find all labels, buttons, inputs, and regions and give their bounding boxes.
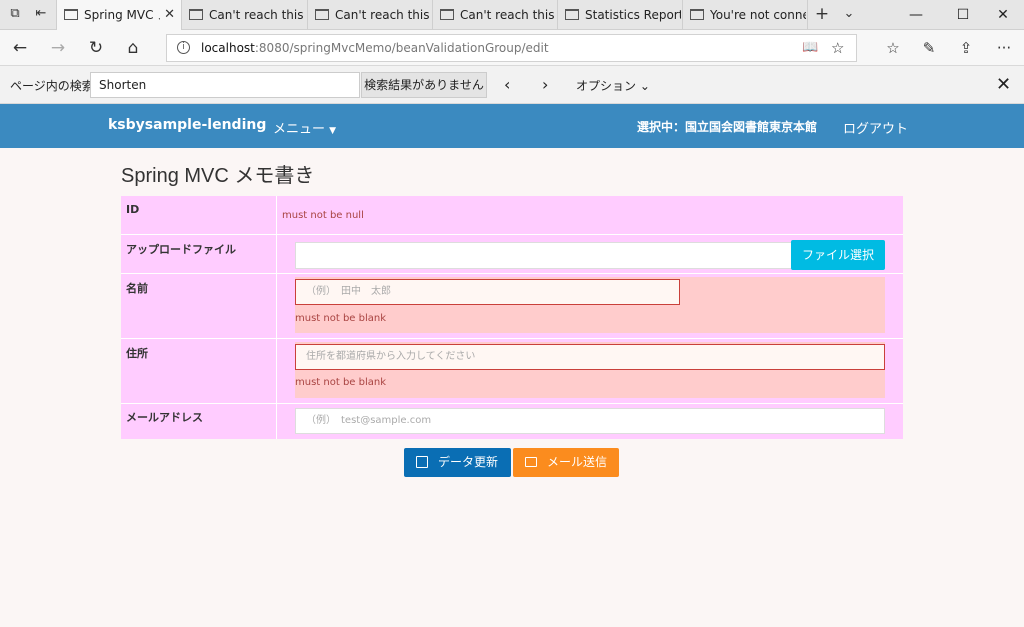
tab-statistics-report[interactable]: Statistics Report fo xyxy=(557,0,683,30)
find-close-icon[interactable]: ✕ xyxy=(996,74,1011,95)
page-title: Spring MVC メモ書き xyxy=(121,165,315,187)
close-window-icon[interactable]: ✕ xyxy=(980,0,1024,30)
find-previous-icon[interactable]: ‹ xyxy=(504,75,510,94)
favorite-star-icon[interactable]: ☆ xyxy=(831,35,844,61)
file-select-button[interactable]: ファイル選択 xyxy=(791,240,885,270)
site-info-icon[interactable]: i xyxy=(177,41,190,54)
back-icon[interactable]: ← xyxy=(8,37,32,59)
find-result: 検索結果がありません xyxy=(361,72,487,98)
find-input[interactable]: Shorten xyxy=(90,72,360,98)
id-error: must not be null xyxy=(282,210,364,221)
address-error: must not be blank xyxy=(295,377,387,388)
email-input[interactable]: （例） test@sample.com xyxy=(295,408,885,434)
tab-bar: ⧉ ⇤ Spring MVC メ ✕ Can't reach this pa C… xyxy=(0,0,1024,31)
email-label: メールアドレス xyxy=(126,411,203,424)
tab-list-chevron-icon[interactable]: ⌄ xyxy=(840,5,858,23)
find-label: ページ内の検索 xyxy=(10,79,94,93)
tab-cant-reach-2[interactable]: Can't reach this pa xyxy=(307,0,433,30)
close-tab-icon[interactable]: ✕ xyxy=(164,0,175,30)
set-tabs-aside-icon[interactable]: ⇤ xyxy=(32,5,50,23)
page-icon xyxy=(315,9,329,20)
row-divider xyxy=(121,403,903,404)
memo-form: ID must not be null アップロードファイル ファイル選択 名前… xyxy=(121,196,903,439)
share-icon[interactable]: ⇪ xyxy=(955,37,977,59)
address-toolbar: ← → ↻ ⌂ i localhost:8080/springMvcMemo/b… xyxy=(0,30,1024,66)
envelope-icon xyxy=(525,457,537,467)
minimize-icon[interactable]: — xyxy=(893,0,939,30)
refresh-icon[interactable]: ↻ xyxy=(84,37,108,59)
find-next-icon[interactable]: › xyxy=(542,75,548,94)
find-options-button[interactable]: オプション ⌄ xyxy=(576,77,650,94)
page-icon xyxy=(64,9,78,20)
pen-notes-icon[interactable]: ✎ xyxy=(918,37,940,59)
name-label: 名前 xyxy=(126,282,148,295)
address-input[interactable]: 住所を都道府県から入力してください xyxy=(295,344,885,370)
tab-spring-mvc[interactable]: Spring MVC メ ✕ xyxy=(56,0,181,31)
tab-not-connected[interactable]: You're not connec xyxy=(682,0,808,30)
page-icon xyxy=(440,9,454,20)
update-data-button[interactable]: データ更新 xyxy=(404,448,511,477)
url-host: localhost xyxy=(201,41,255,55)
address-field[interactable]: i localhost:8080/springMvcMemo/beanValid… xyxy=(166,34,857,62)
logout-link[interactable]: ログアウト xyxy=(843,118,908,137)
upload-file-input[interactable] xyxy=(295,242,793,269)
favorites-hub-icon[interactable]: ☆ xyxy=(882,37,904,59)
url-path: :8080/springMvcMemo/beanValidationGroup/… xyxy=(254,41,549,55)
send-mail-button[interactable]: メール送信 xyxy=(513,448,619,477)
app-navbar: ksbysample-lending メニュー ▼ 選択中：国立国会図書館東京本… xyxy=(0,104,1024,148)
edit-icon xyxy=(416,456,428,468)
find-bar: ページ内の検索 Shorten 検索結果がありません ‹ › オプション ⌄ ✕ xyxy=(0,66,1024,104)
forward-icon[interactable]: → xyxy=(46,37,70,59)
upload-label: アップロードファイル xyxy=(126,243,236,256)
more-icon[interactable]: ··· xyxy=(993,37,1015,59)
address-label: 住所 xyxy=(126,347,148,360)
tab-cant-reach-1[interactable]: Can't reach this pa xyxy=(181,0,307,30)
menu-dropdown[interactable]: メニュー ▼ xyxy=(273,118,336,137)
name-input[interactable]: （例） 田中 太郎 xyxy=(295,279,680,305)
page-icon xyxy=(189,9,203,20)
tab-cant-reach-3[interactable]: Can't reach this pa xyxy=(432,0,558,30)
row-divider xyxy=(121,234,903,235)
page-icon xyxy=(690,9,704,20)
page-icon xyxy=(565,9,579,20)
row-divider xyxy=(121,338,903,339)
selected-library: 選択中：国立国会図書館東京本館 xyxy=(637,120,818,134)
new-tab-icon[interactable]: + xyxy=(813,5,831,23)
brand-link[interactable]: ksbysample-lending xyxy=(108,117,266,133)
reading-view-icon[interactable]: 📖 xyxy=(802,35,818,61)
name-error: must not be blank xyxy=(295,313,387,324)
caret-down-icon: ▼ xyxy=(329,126,337,136)
tab-preview-icon[interactable]: ⧉ xyxy=(6,5,24,23)
id-label: ID xyxy=(126,203,140,216)
row-divider xyxy=(121,273,903,274)
home-icon[interactable]: ⌂ xyxy=(121,37,145,59)
